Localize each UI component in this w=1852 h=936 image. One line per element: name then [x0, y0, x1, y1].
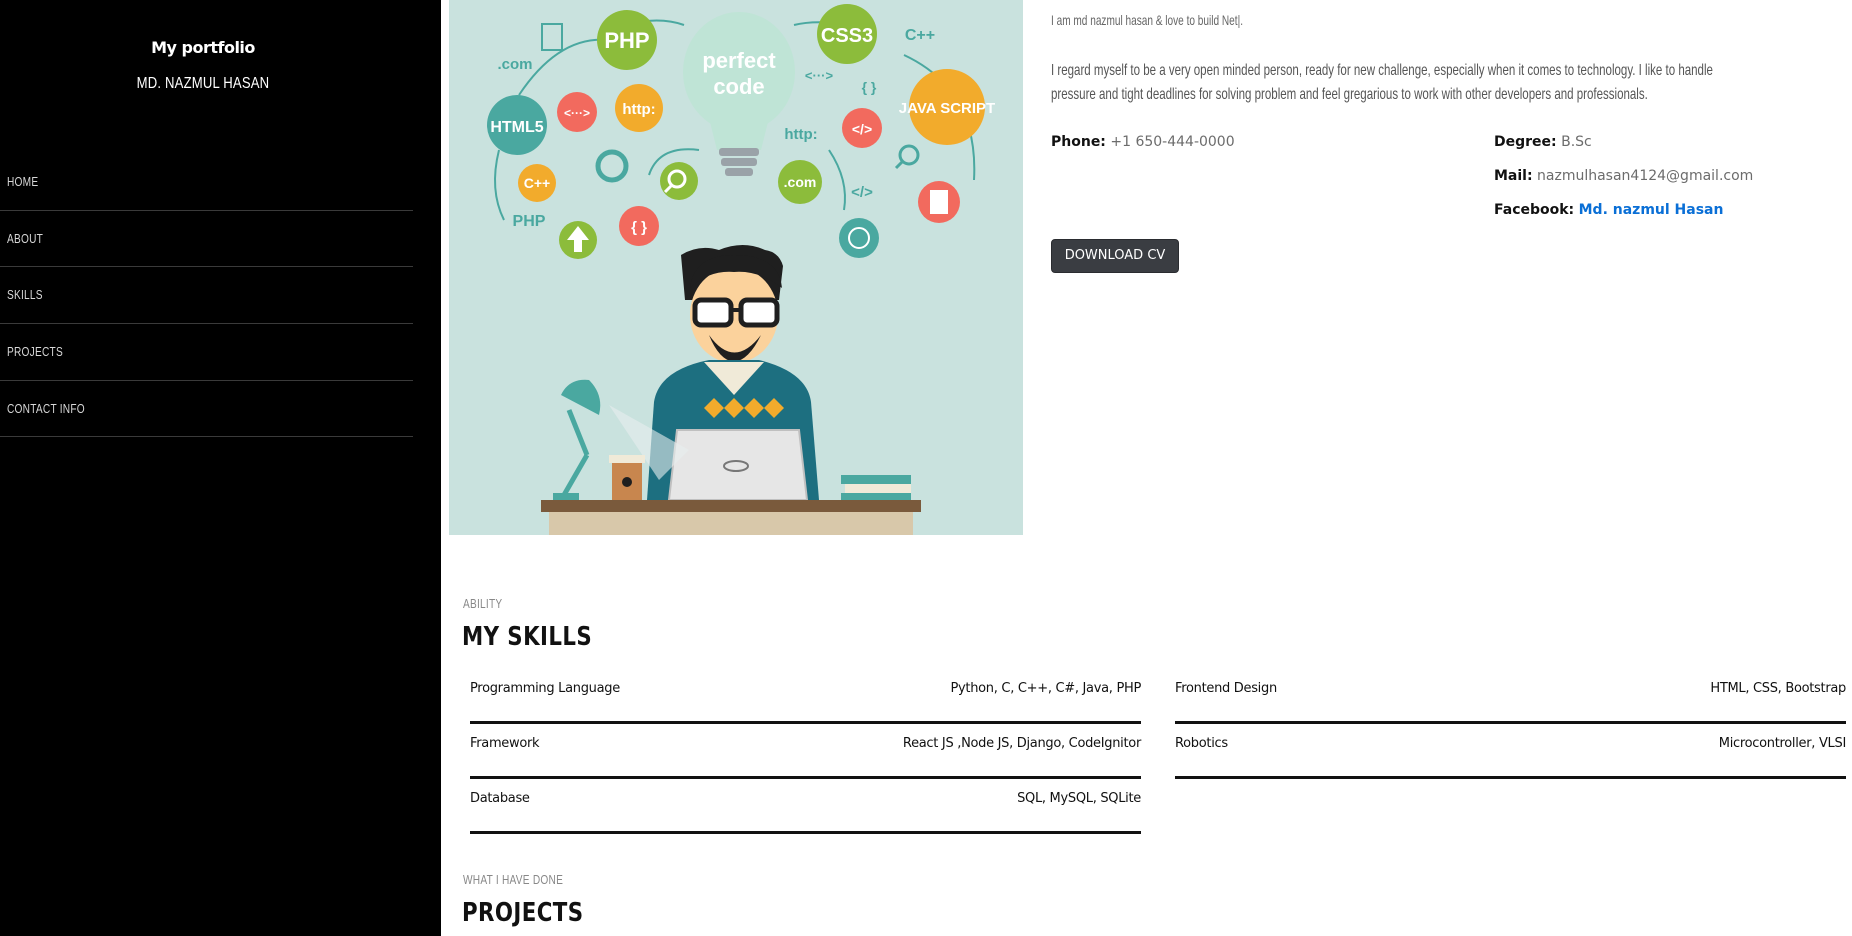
nav-item-label: Home	[7, 174, 39, 189]
css3-badge: CSS3	[817, 4, 877, 64]
phone-row: Phone: +1 650-444-0000	[1051, 134, 1235, 150]
nav-item-label: Projects	[7, 344, 63, 360]
mail-value[interactable]: nazmulhasan4124@gmail.com	[1537, 168, 1753, 184]
skill-value: Python, C, C++, C#, Java, PHP	[950, 681, 1141, 696]
projects-eyebrow: What I have done	[463, 872, 564, 887]
braces-badge: { }	[619, 206, 659, 246]
arrows-badge: <···>	[557, 92, 597, 132]
projects-heading: Projects	[462, 898, 584, 928]
desk-top	[541, 500, 921, 512]
skill-row: Database SQL, MySQL, SQLite	[470, 779, 1141, 834]
arrows-badge-label: <···>	[564, 106, 590, 120]
sidebar-nav: Home About Skills Projects Contact Info	[0, 154, 413, 438]
intro-text: I am md nazmul hasan & love to build Net…	[1051, 12, 1243, 28]
facebook-link[interactable]: Md. nazmul Hasan	[1579, 202, 1724, 218]
upload-badge	[559, 221, 597, 259]
nav-item-skills[interactable]: Skills	[0, 267, 413, 325]
nav-item-label: About	[7, 230, 44, 246]
owner-name: MD. NAZMUL HASAN	[136, 75, 270, 92]
degree-label: Degree:	[1494, 134, 1557, 150]
phone-label: Phone:	[1051, 134, 1106, 150]
javascript-badge-label: JAVA SCRIPT	[899, 100, 995, 117]
degree-value: B.Sc	[1561, 134, 1592, 150]
css3-badge-label: CSS3	[821, 25, 873, 47]
magnifier-badge	[894, 144, 920, 170]
skill-value: HTML, CSS, Bootstrap	[1710, 681, 1846, 696]
skill-name: Robotics	[1175, 736, 1228, 751]
php-badge: PHP	[597, 10, 657, 70]
arrows-label: <···>	[805, 68, 834, 83]
skill-row: Robotics Microcontroller, VLSI	[1175, 724, 1846, 779]
dotcom-badge-label: .com	[784, 174, 817, 190]
php-badge-label: PHP	[604, 28, 649, 53]
facebook-label: Facebook:	[1494, 202, 1575, 218]
html5-badge: HTML5	[487, 95, 547, 155]
search-icon	[898, 144, 920, 166]
skills-heading: My Skills	[462, 622, 593, 652]
code-tag-badge: </>	[842, 108, 882, 148]
nav-item-about[interactable]: About	[0, 211, 413, 268]
desk-body	[549, 512, 913, 535]
nav-item-label: Contact Info	[7, 400, 85, 416]
nav-item-contact-info[interactable]: Contact Info	[0, 381, 413, 438]
nav-item-label: Skills	[7, 287, 43, 303]
braces-label: { }	[862, 79, 877, 95]
light-bulb-icon: perfect code	[683, 12, 795, 176]
skill-row: Frontend Design HTML, CSS, Bootstrap	[1175, 669, 1846, 724]
hero-illustration: perfect code PHP CSS3 HTML5 JAVA SCRIPT …	[449, 0, 1023, 535]
dotcom-label: .com	[497, 56, 532, 73]
page-icon	[541, 23, 563, 51]
skill-name: Framework	[470, 736, 540, 751]
skill-name: Database	[470, 791, 530, 806]
degree-row: Degree: B.Sc	[1494, 134, 1592, 150]
document-badge	[918, 181, 960, 223]
bio-text: I regard myself to be a very open minded…	[1051, 62, 1713, 103]
braces-badge-label: { }	[631, 219, 647, 236]
skill-name: Programming Language	[470, 681, 620, 696]
globe-badge	[839, 218, 879, 258]
mail-row: Mail: nazmulhasan4124@gmail.com	[1494, 168, 1753, 184]
download-cv-button[interactable]: DOWNLOAD CV	[1051, 239, 1179, 273]
http-label: http:	[784, 126, 817, 143]
cpp-badge-label: C++	[524, 175, 550, 191]
skill-row: Programming Language Python, C, C++, C#,…	[470, 669, 1141, 724]
mail-label: Mail:	[1494, 168, 1533, 184]
books-icon	[841, 475, 911, 501]
skill-name: Frontend Design	[1175, 681, 1277, 696]
javascript-badge: JAVA SCRIPT	[899, 69, 995, 145]
code-tag-label: </>	[851, 184, 873, 201]
nav-item-home[interactable]: Home	[0, 154, 413, 211]
coffee-cup-icon	[609, 455, 645, 500]
brand-title[interactable]: My portfolio	[0, 38, 406, 57]
bulb-text: perfect	[702, 48, 776, 73]
html5-badge-label: HTML5	[490, 119, 543, 136]
document-icon	[930, 190, 948, 214]
skill-value: React JS ,Node JS, Django, CodeIgnitor	[902, 736, 1141, 751]
cpp-label: C++	[905, 27, 935, 44]
arrow-curve	[494, 149, 505, 221]
sidebar: My portfolio MD. NAZMUL HASAN Home About…	[0, 0, 441, 936]
http-badge-label: http:	[622, 101, 655, 118]
http-badge: http:	[615, 84, 663, 132]
php-label: PHP	[513, 213, 546, 230]
facebook-row: Facebook: Md. nazmul Hasan	[1494, 202, 1723, 218]
nav-item-projects[interactable]: Projects	[0, 324, 413, 381]
laptop-icon	[667, 429, 809, 501]
dotcom-badge: .com	[778, 160, 822, 204]
arrow-curve	[828, 149, 846, 211]
skill-row: Framework React JS ,Node JS, Django, Cod…	[470, 724, 1141, 779]
search-badge	[660, 162, 698, 200]
phone-value: +1 650-444-0000	[1110, 134, 1235, 150]
skill-value: Microcontroller, VLSI	[1718, 736, 1847, 751]
code-tag-badge-label: </>	[852, 121, 872, 137]
cpp-badge: C++	[518, 164, 556, 202]
ring-badge	[595, 149, 629, 183]
skills-eyebrow: Ability	[463, 596, 503, 611]
bulb-text: code	[713, 74, 764, 99]
skill-value: SQL, MySQL, SQLite	[1017, 791, 1141, 806]
